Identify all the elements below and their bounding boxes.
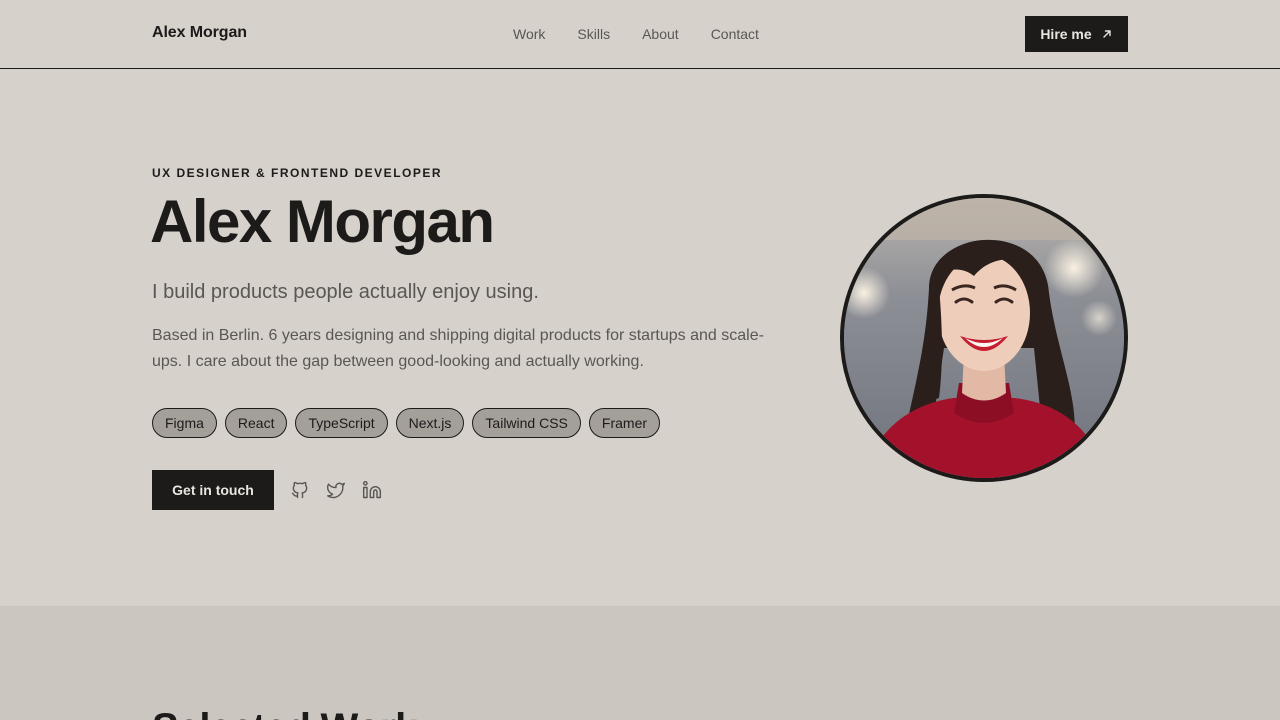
twitter-icon[interactable] xyxy=(326,480,346,500)
brand-name[interactable]: Alex Morgan xyxy=(152,24,247,42)
avatar xyxy=(840,194,1128,482)
skill-chip-nextjs: Next.js xyxy=(395,408,465,438)
hire-me-button[interactable]: Hire me xyxy=(1025,16,1128,52)
hire-me-label: Hire me xyxy=(1040,26,1092,42)
hero-tagline: I build products people actually enjoy u… xyxy=(152,281,539,303)
nav-link-skills[interactable]: Skills xyxy=(577,26,610,42)
site-header: Alex Morgan Work Skills About Contact Hi… xyxy=(0,0,1280,69)
nav-link-contact[interactable]: Contact xyxy=(711,26,759,42)
main-nav: Work Skills About Contact xyxy=(513,26,791,42)
skill-chip-typescript: TypeScript xyxy=(295,408,388,438)
linkedin-icon[interactable] xyxy=(362,480,382,500)
skill-chip-framer: Framer xyxy=(588,408,661,438)
nav-link-work[interactable]: Work xyxy=(513,26,545,42)
skill-chip-tailwind: Tailwind CSS xyxy=(472,408,581,438)
section-title: Selected Work xyxy=(152,706,417,720)
hero-title: Alex Morgan xyxy=(150,188,495,255)
github-icon[interactable] xyxy=(290,480,310,500)
portrait-photo xyxy=(844,198,1124,478)
nav-link-about[interactable]: About xyxy=(642,26,679,42)
arrow-up-right-icon xyxy=(1101,28,1113,40)
social-links xyxy=(290,480,382,500)
skill-chip-react: React xyxy=(224,408,288,438)
get-in-touch-button[interactable]: Get in touch xyxy=(152,470,274,510)
skill-chips: Figma React TypeScript Next.js Tailwind … xyxy=(152,408,661,438)
skill-chip-figma: Figma xyxy=(152,408,217,438)
hero-eyebrow: UX DESIGNER & FRONTEND DEVELOPER xyxy=(152,166,443,180)
hero-bio: Based in Berlin. 6 years designing and s… xyxy=(152,327,764,370)
selected-work-section: Selected Work xyxy=(0,606,1280,720)
